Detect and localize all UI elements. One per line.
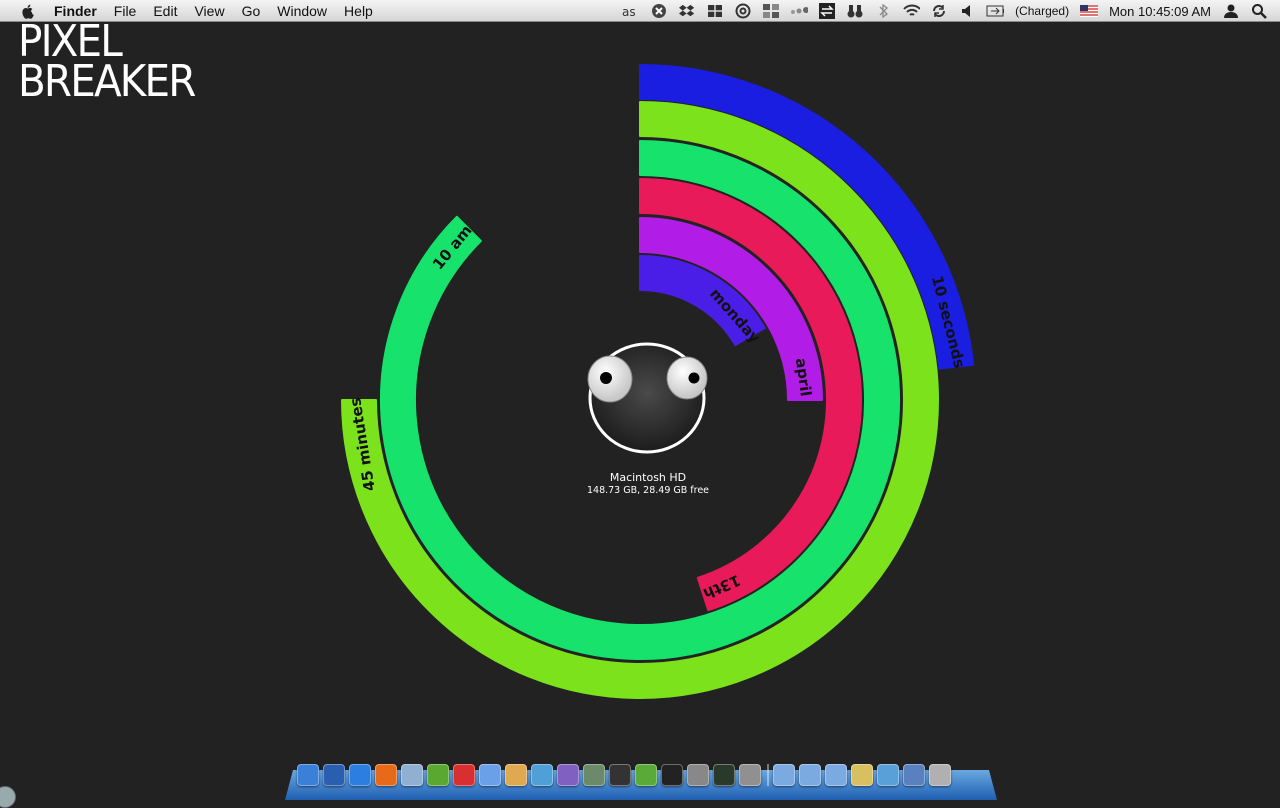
preview-icon[interactable] <box>505 764 527 786</box>
ichat-icon[interactable] <box>427 764 449 786</box>
mail-icon[interactable] <box>401 764 423 786</box>
dock-separator <box>767 764 769 786</box>
macintosh-hd-icon[interactable] <box>586 341 708 455</box>
trash-icon[interactable] <box>929 764 951 786</box>
dock-items <box>297 764 955 786</box>
activity-monitor-icon[interactable] <box>713 764 735 786</box>
system-preferences-icon[interactable] <box>687 764 709 786</box>
trash-device-icon[interactable] <box>739 764 761 786</box>
finder-icon[interactable] <box>297 764 319 786</box>
drive-name-label: Macintosh HD <box>609 471 687 484</box>
leaf-icon[interactable] <box>635 764 657 786</box>
firefox-icon[interactable] <box>375 764 397 786</box>
terminal-icon[interactable] <box>661 764 683 786</box>
drive-info-label: 148.73 GB, 28.49 GB free <box>586 485 710 496</box>
calendar-icon[interactable] <box>453 764 475 786</box>
itunes-icon[interactable] <box>479 764 501 786</box>
stamp-icon[interactable] <box>557 764 579 786</box>
stack-icon[interactable] <box>903 764 925 786</box>
photos-icon[interactable] <box>531 764 553 786</box>
documents-folder-icon[interactable] <box>825 764 847 786</box>
downloads-folder-icon[interactable] <box>799 764 821 786</box>
corner-widget[interactable] <box>0 786 16 808</box>
pixelbreaker-icon[interactable] <box>609 764 631 786</box>
dock <box>285 764 997 800</box>
iphoto-icon[interactable] <box>583 764 605 786</box>
safari-icon[interactable] <box>349 764 371 786</box>
dashboard-icon[interactable] <box>323 764 345 786</box>
applications-folder-icon[interactable] <box>773 764 795 786</box>
user-folder-icon[interactable] <box>851 764 873 786</box>
network-icon[interactable] <box>877 764 899 786</box>
